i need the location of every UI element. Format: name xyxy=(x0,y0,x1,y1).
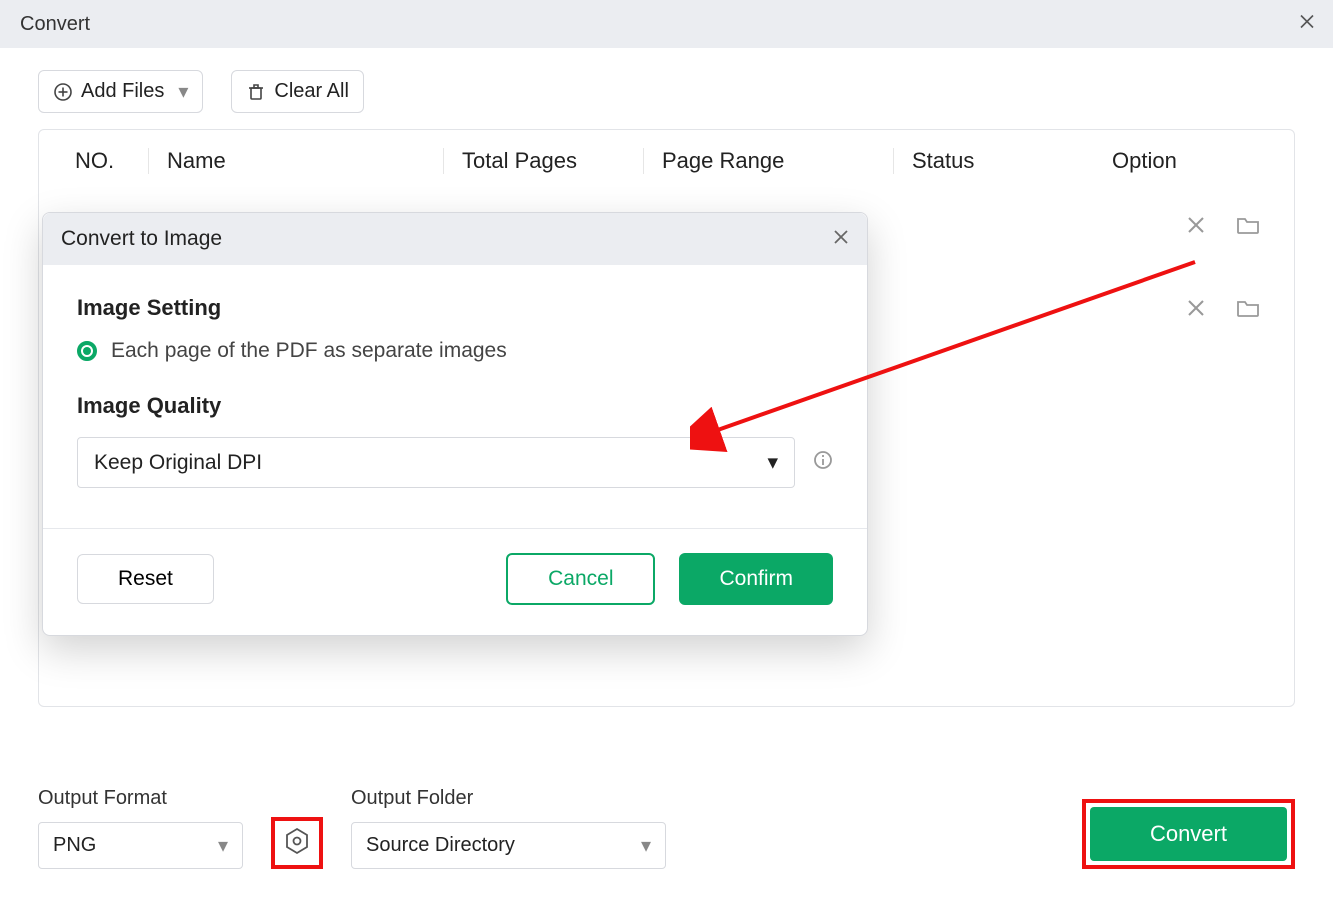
col-header-option: Option xyxy=(1094,148,1274,174)
close-icon xyxy=(1299,14,1315,30)
convert-button[interactable]: Convert xyxy=(1090,807,1287,861)
confirm-label: Confirm xyxy=(719,567,793,590)
chevron-down-icon: ▾ xyxy=(218,833,228,858)
trash-icon xyxy=(246,82,266,102)
chevron-down-icon: ▾ xyxy=(178,79,188,104)
confirm-button[interactable]: Confirm xyxy=(679,553,833,605)
modal-header: Convert to Image xyxy=(43,213,867,265)
info-icon xyxy=(813,450,833,470)
table-row-options xyxy=(1186,298,1260,323)
table-header: NO. Name Total Pages Page Range Status O… xyxy=(39,130,1294,192)
modal-title: Convert to Image xyxy=(61,227,222,251)
close-icon xyxy=(1186,215,1206,235)
format-settings-button[interactable] xyxy=(283,827,311,860)
col-header-status: Status xyxy=(894,148,1094,174)
row-remove-button[interactable] xyxy=(1186,215,1206,240)
col-header-no: NO. xyxy=(59,148,149,174)
folder-icon xyxy=(1236,298,1260,318)
plus-circle-icon xyxy=(53,82,73,102)
image-quality-row: Keep Original DPI ▾ xyxy=(77,437,833,488)
table-row-options xyxy=(1186,215,1260,240)
cancel-button[interactable]: Cancel xyxy=(506,553,655,605)
window-close-button[interactable] xyxy=(1299,13,1315,36)
clear-all-button[interactable]: Clear All xyxy=(231,70,363,113)
col-header-total-pages: Total Pages xyxy=(444,148,644,174)
titlebar: Convert xyxy=(0,0,1333,48)
close-icon xyxy=(833,229,849,245)
bottom-bar: Output Format PNG ▾ Output Folder Source… xyxy=(38,787,1295,869)
reset-button[interactable]: Reset xyxy=(77,554,214,604)
modal-body: Image Setting Each page of the PDF as se… xyxy=(43,265,867,528)
output-folder-value: Source Directory xyxy=(366,834,515,857)
image-quality-info-button[interactable] xyxy=(813,450,833,475)
image-setting-heading: Image Setting xyxy=(77,295,833,321)
col-header-page-range: Page Range xyxy=(644,148,894,174)
chevron-down-icon: ▾ xyxy=(641,833,651,858)
toolbar: Add Files ▾ Clear All xyxy=(0,48,1333,129)
close-icon xyxy=(1186,298,1206,318)
output-format-value: PNG xyxy=(53,834,96,857)
image-quality-heading: Image Quality xyxy=(77,393,833,419)
output-folder-select[interactable]: Source Directory ▾ xyxy=(351,822,666,869)
output-folder-block: Output Folder Source Directory ▾ xyxy=(351,787,666,869)
col-header-name: Name xyxy=(149,148,444,174)
radio-selected-icon xyxy=(77,341,97,361)
gear-hex-icon xyxy=(283,827,311,855)
row-remove-button[interactable] xyxy=(1186,298,1206,323)
convert-highlight: Convert xyxy=(1082,799,1295,869)
format-settings-highlight xyxy=(271,817,323,869)
image-quality-select[interactable]: Keep Original DPI ▾ xyxy=(77,437,795,488)
output-folder-label: Output Folder xyxy=(351,787,666,810)
output-format-block: Output Format PNG ▾ xyxy=(38,787,243,869)
row-open-folder-button[interactable] xyxy=(1236,298,1260,323)
row-open-folder-button[interactable] xyxy=(1236,215,1260,240)
window-title: Convert xyxy=(20,13,90,36)
modal-close-button[interactable] xyxy=(833,227,849,251)
convert-label: Convert xyxy=(1150,821,1227,846)
add-files-button[interactable]: Add Files ▾ xyxy=(38,70,203,113)
add-files-label: Add Files xyxy=(81,80,164,103)
convert-to-image-modal: Convert to Image Image Setting Each page… xyxy=(42,212,868,636)
clear-all-label: Clear All xyxy=(274,80,348,103)
radio-label: Each page of the PDF as separate images xyxy=(111,339,507,363)
reset-label: Reset xyxy=(118,567,173,590)
image-quality-value: Keep Original DPI xyxy=(94,451,262,475)
modal-footer: Reset Cancel Confirm xyxy=(43,528,867,635)
folder-icon xyxy=(1236,215,1260,235)
chevron-down-icon: ▾ xyxy=(767,450,778,475)
separate-pages-radio[interactable]: Each page of the PDF as separate images xyxy=(77,339,833,363)
output-format-label: Output Format xyxy=(38,787,243,810)
cancel-label: Cancel xyxy=(548,567,613,590)
output-format-select[interactable]: PNG ▾ xyxy=(38,822,243,869)
